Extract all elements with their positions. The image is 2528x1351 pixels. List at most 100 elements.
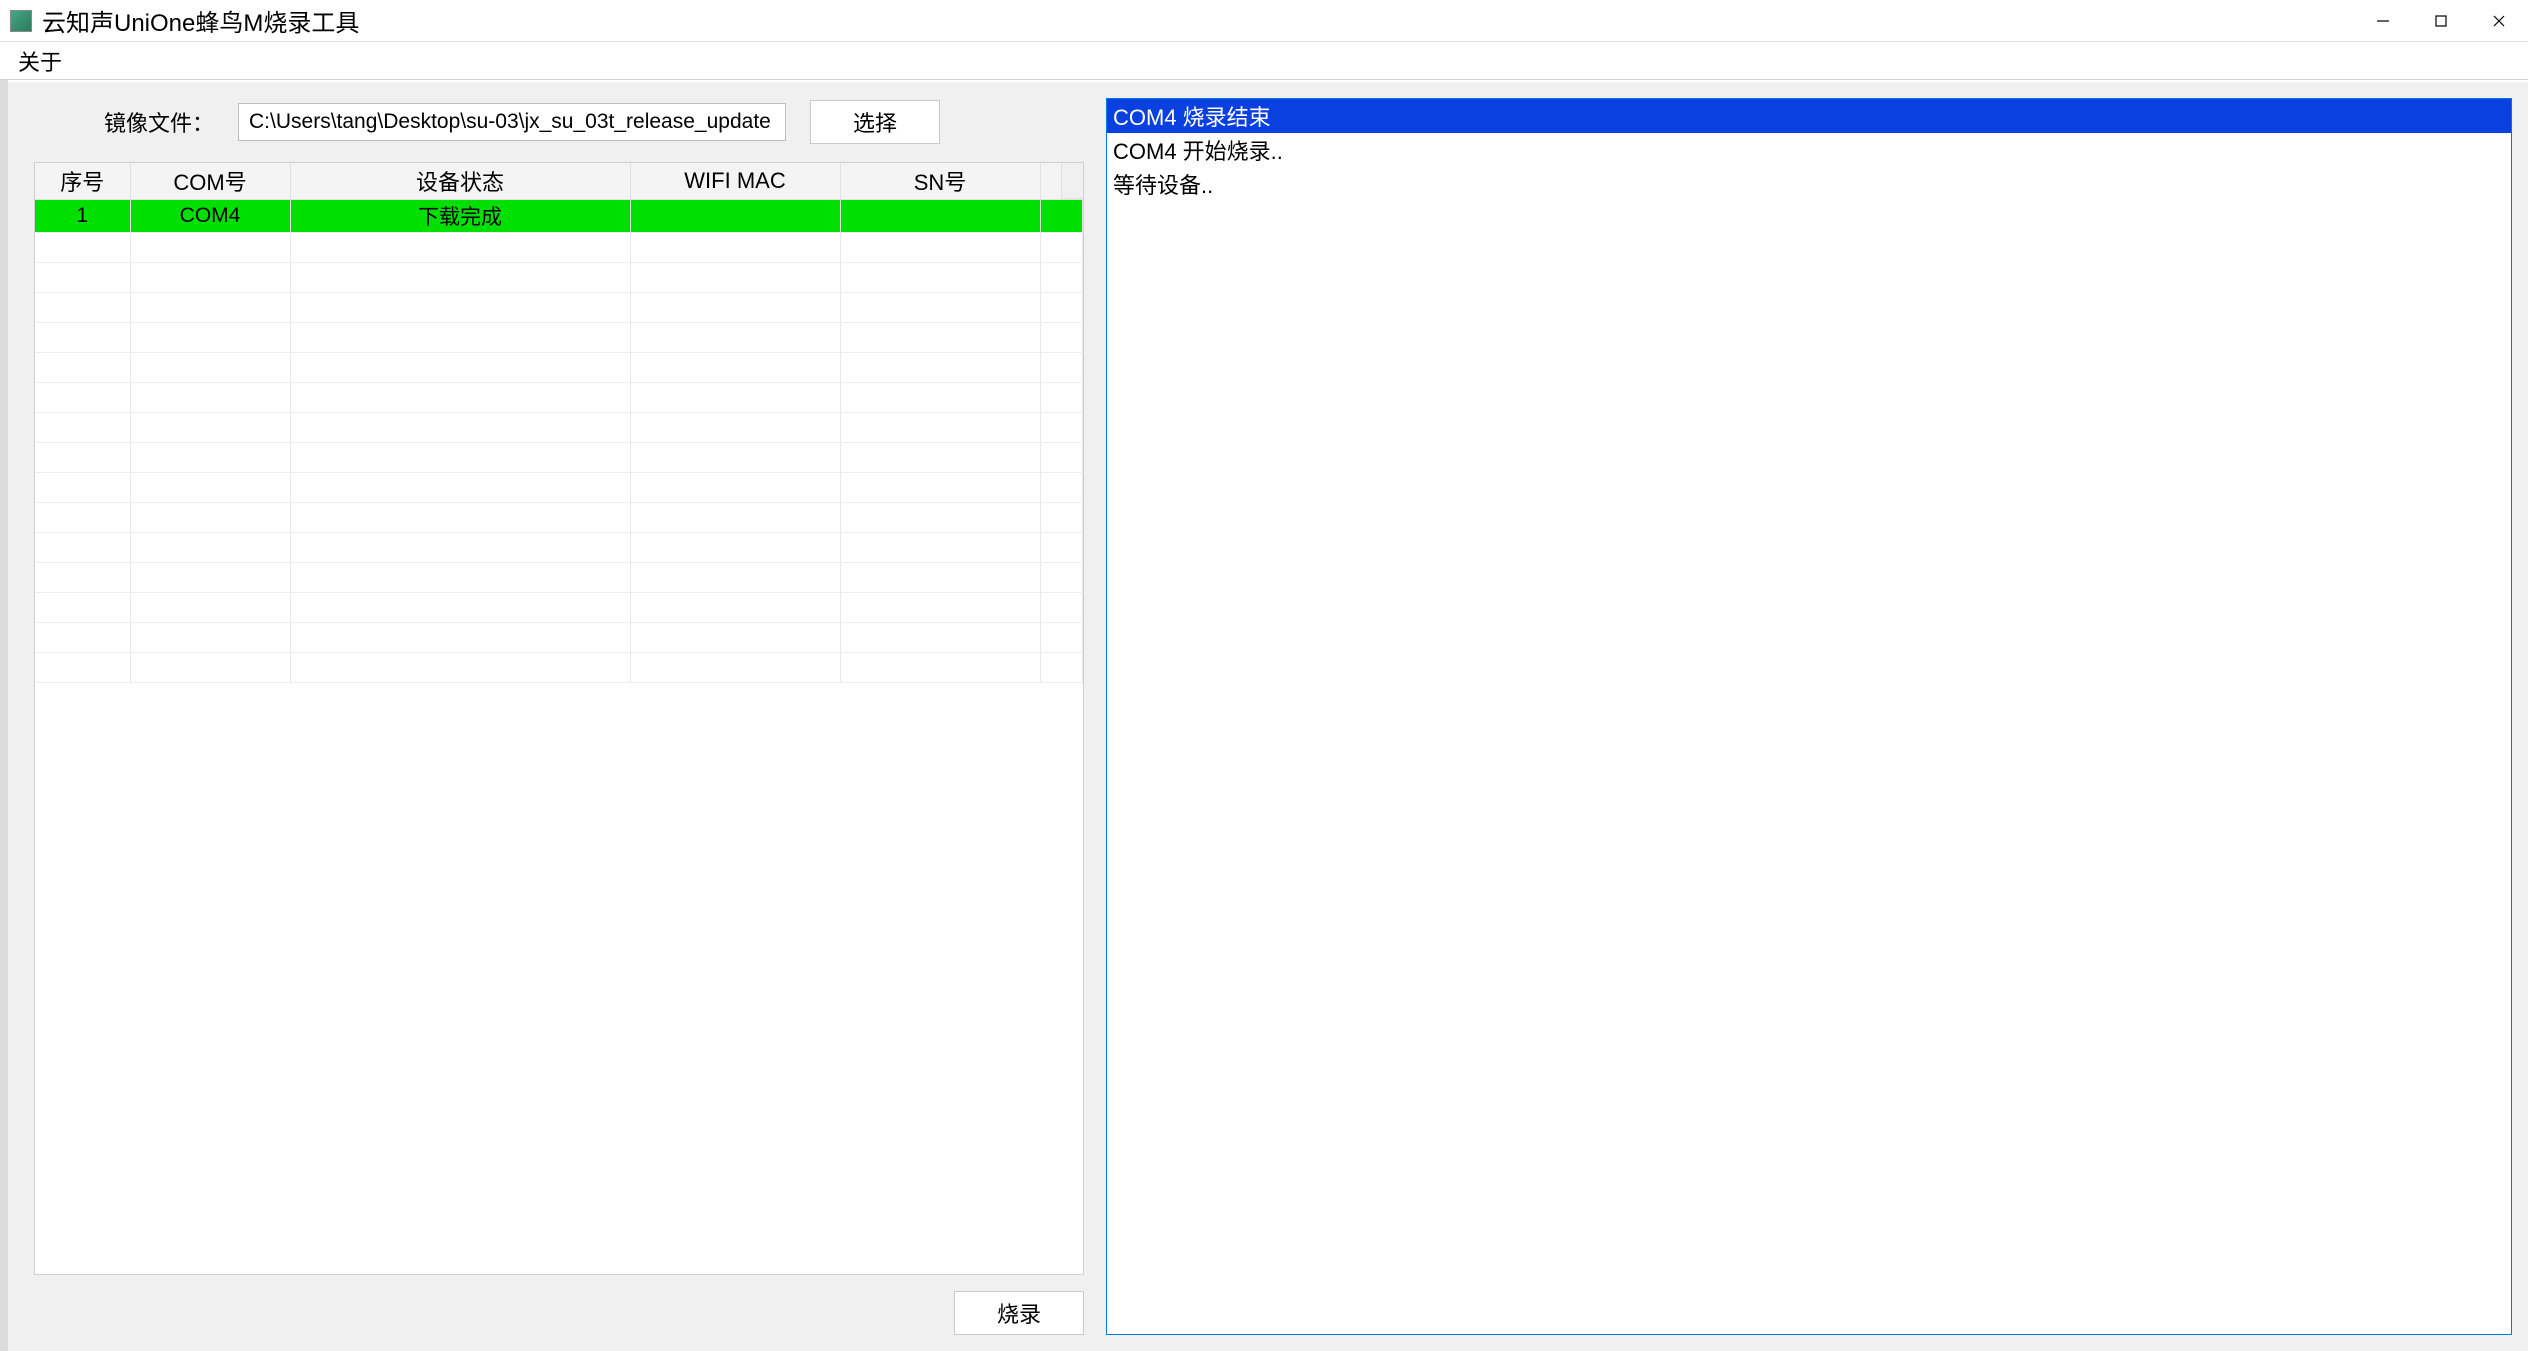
table-scroll-stub[interactable] (1061, 163, 1083, 199)
log-line[interactable]: 等待设备.. (1107, 167, 2511, 201)
cell-empty (35, 502, 130, 532)
device-table: 序号 COM号 设备状态 WIFI MAC SN号 1COM4下载完成 (35, 163, 1083, 683)
table-row[interactable] (35, 382, 1083, 412)
image-file-label: 镜像文件： (104, 106, 214, 138)
cell-empty (840, 592, 1040, 622)
left-panel: 镜像文件： 选择 序号 COM号 设备状态 WIFI MAC SN号 (34, 98, 1084, 1335)
cell-empty (1040, 592, 1083, 622)
table-row[interactable] (35, 412, 1083, 442)
cell-com: COM4 (130, 199, 290, 232)
device-table-container: 序号 COM号 设备状态 WIFI MAC SN号 1COM4下载完成 (34, 162, 1084, 1275)
table-row[interactable] (35, 622, 1083, 652)
cell-empty (35, 412, 130, 442)
table-row[interactable] (35, 232, 1083, 262)
cell-empty (1040, 442, 1083, 472)
table-row[interactable] (35, 472, 1083, 502)
table-row[interactable] (35, 442, 1083, 472)
window-title: 云知声UniOne蜂鸟M烧录工具 (42, 3, 359, 38)
cell-empty (130, 652, 290, 682)
table-row[interactable] (35, 592, 1083, 622)
cell-empty (840, 532, 1040, 562)
cell-empty (130, 442, 290, 472)
cell-index: 1 (35, 199, 130, 232)
table-header-row: 序号 COM号 设备状态 WIFI MAC SN号 (35, 163, 1083, 199)
cell-empty (35, 262, 130, 292)
cell-wifi_mac (630, 199, 840, 232)
cell-empty (630, 352, 840, 382)
cell-empty (130, 502, 290, 532)
cell-empty (1040, 652, 1083, 682)
menu-about[interactable]: 关于 (10, 41, 70, 81)
cell-empty (840, 562, 1040, 592)
cell-empty (630, 532, 840, 562)
cell-empty (1040, 412, 1083, 442)
cell-empty (130, 412, 290, 442)
cell-empty (630, 322, 840, 352)
image-file-input[interactable] (238, 103, 786, 141)
table-row[interactable] (35, 652, 1083, 682)
col-header-wifimac[interactable]: WIFI MAC (630, 163, 840, 199)
col-header-index[interactable]: 序号 (35, 163, 130, 199)
cell-empty (1040, 292, 1083, 322)
table-row[interactable] (35, 562, 1083, 592)
client-area: 镜像文件： 选择 序号 COM号 设备状态 WIFI MAC SN号 (8, 82, 2528, 1351)
cell-empty (290, 232, 630, 262)
cell-empty (840, 292, 1040, 322)
cell-empty (35, 232, 130, 262)
cell-empty (630, 472, 840, 502)
minimize-button[interactable] (2354, 0, 2412, 41)
log-line[interactable]: COM4 开始烧录.. (1107, 133, 2511, 167)
cell-empty (35, 292, 130, 322)
cell-empty (840, 352, 1040, 382)
col-header-sn[interactable]: SN号 (840, 163, 1040, 199)
close-button[interactable] (2470, 0, 2528, 41)
cell-empty (35, 622, 130, 652)
cell-empty (35, 472, 130, 502)
cell-empty (130, 472, 290, 502)
cell-empty (1040, 232, 1083, 262)
cell-empty (1040, 382, 1083, 412)
cell-empty (290, 442, 630, 472)
cell-empty (630, 562, 840, 592)
cell-empty (35, 322, 130, 352)
browse-button[interactable]: 选择 (810, 100, 940, 144)
cell-empty (130, 262, 290, 292)
flash-button-row: 烧录 (34, 1291, 1084, 1335)
cell-empty (630, 652, 840, 682)
cell-empty (130, 232, 290, 262)
log-panel[interactable]: COM4 烧录结束COM4 开始烧录..等待设备.. (1106, 98, 2512, 1335)
col-header-com[interactable]: COM号 (130, 163, 290, 199)
cell-empty (630, 502, 840, 532)
cell-empty (840, 262, 1040, 292)
cell-empty (840, 382, 1040, 412)
table-row[interactable] (35, 262, 1083, 292)
log-line[interactable]: COM4 烧录结束 (1107, 99, 2511, 133)
maximize-button[interactable] (2412, 0, 2470, 41)
cell-empty (840, 502, 1040, 532)
cell-empty (290, 262, 630, 292)
cell-empty (35, 652, 130, 682)
cell-empty (1040, 262, 1083, 292)
table-row[interactable] (35, 532, 1083, 562)
cell-empty (1040, 562, 1083, 592)
flash-button[interactable]: 烧录 (954, 1291, 1084, 1335)
cell-empty (630, 412, 840, 442)
table-row[interactable] (35, 352, 1083, 382)
app-icon (10, 10, 32, 32)
cell-empty (1040, 622, 1083, 652)
menubar: 关于 (0, 42, 2528, 80)
cell-empty (630, 232, 840, 262)
table-row[interactable] (35, 322, 1083, 352)
table-row[interactable] (35, 292, 1083, 322)
cell-empty (290, 412, 630, 442)
cell-empty (290, 472, 630, 502)
table-row[interactable] (35, 502, 1083, 532)
cell-status: 下载完成 (290, 199, 630, 232)
cell-empty (35, 532, 130, 562)
cell-empty (630, 622, 840, 652)
table-row[interactable]: 1COM4下载完成 (35, 199, 1083, 232)
col-header-status[interactable]: 设备状态 (290, 163, 630, 199)
cell-empty (630, 382, 840, 412)
cell-empty (290, 292, 630, 322)
cell-empty (1040, 322, 1083, 352)
